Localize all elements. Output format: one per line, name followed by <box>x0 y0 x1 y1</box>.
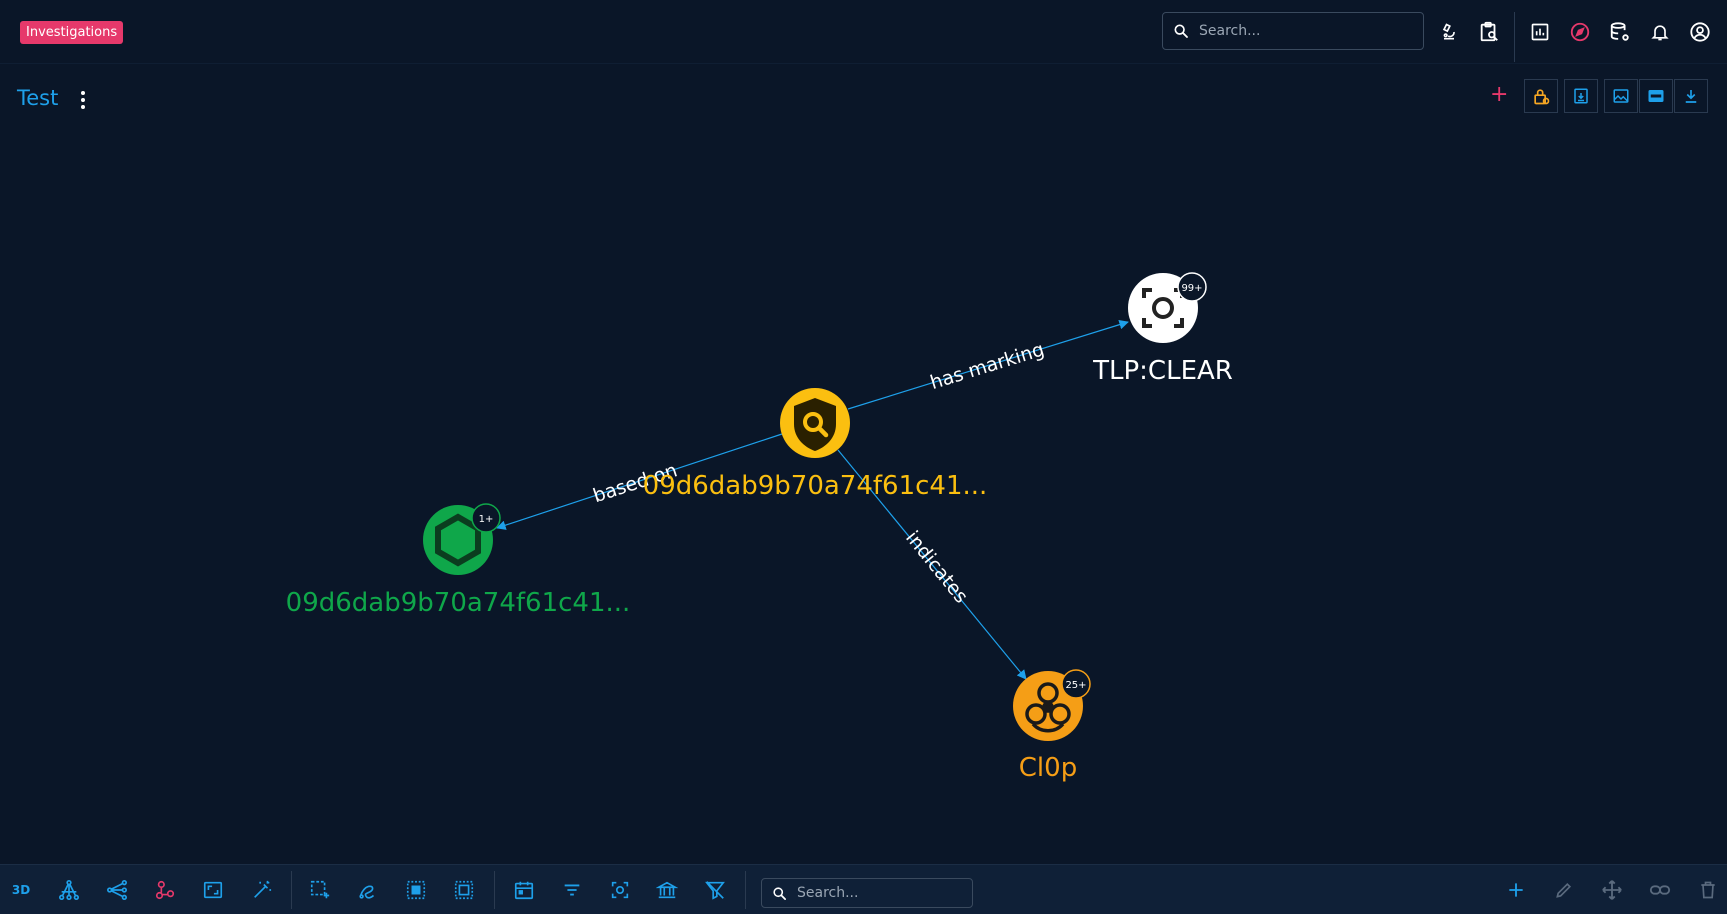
node-label-marking: TLP:CLEAR <box>1092 356 1233 386</box>
move-icon <box>1602 880 1622 900</box>
graph-toolbar: 3D <box>0 864 1727 914</box>
node-label-malware: Cl0p <box>1019 753 1077 783</box>
node-label-indicator: 09d6dab9b70a74f61c41... <box>286 588 631 618</box>
toolbar-divider-2 <box>494 871 495 909</box>
filter-lines-icon[interactable] <box>560 878 584 902</box>
add-relation-button[interactable] <box>1504 878 1528 902</box>
free-select-icon[interactable] <box>356 878 380 902</box>
search-icon <box>773 886 786 900</box>
badge-indicator: 1+ <box>479 514 494 525</box>
plus-icon <box>1509 883 1523 897</box>
edge-label-indicates: indicates <box>901 527 972 608</box>
force-layout-icon[interactable] <box>153 878 177 902</box>
edge-label-has-marking: has marking <box>928 338 1047 394</box>
trash-icon <box>1701 881 1715 899</box>
move-button[interactable] <box>1600 878 1624 902</box>
clear-filter-icon[interactable] <box>703 878 727 902</box>
calendar-icon[interactable] <box>512 878 536 902</box>
delete-button[interactable] <box>1696 878 1720 902</box>
node-label-report: 09d6dab9b70a74f61c41... <box>643 471 988 501</box>
node-indicator[interactable]: 1+ <box>423 503 501 575</box>
toolbar-divider-1 <box>291 871 292 909</box>
focus-entity-icon[interactable] <box>608 878 632 902</box>
node-malware[interactable]: 25+ <box>1013 669 1091 741</box>
link-icon <box>1649 885 1671 895</box>
rect-select-icon[interactable] <box>308 878 332 902</box>
link-button[interactable] <box>1648 878 1672 902</box>
institution-icon[interactable] <box>655 878 679 902</box>
graph-canvas[interactable]: has marking based on indicates 09d6dab9b… <box>0 0 1727 864</box>
graph-search[interactable] <box>761 878 973 908</box>
fit-view-icon[interactable] <box>201 878 225 902</box>
horizontal-tree-icon[interactable] <box>105 878 129 902</box>
edit-button[interactable] <box>1552 878 1576 902</box>
pencil-icon <box>1556 882 1572 898</box>
node-marking[interactable]: 99+ <box>1128 272 1207 343</box>
toolbar-divider-3 <box>745 871 746 909</box>
tree-layout-icon[interactable] <box>57 878 81 902</box>
mode-3d-button[interactable]: 3D <box>9 878 33 902</box>
node-report[interactable] <box>780 388 850 458</box>
magic-wand-icon[interactable] <box>250 878 274 902</box>
graph-search-input[interactable] <box>797 885 957 901</box>
select-related-icon[interactable] <box>452 878 476 902</box>
badge-marking: 99+ <box>1181 283 1202 294</box>
badge-malware: 25+ <box>1065 680 1086 691</box>
select-all-icon[interactable] <box>404 878 428 902</box>
